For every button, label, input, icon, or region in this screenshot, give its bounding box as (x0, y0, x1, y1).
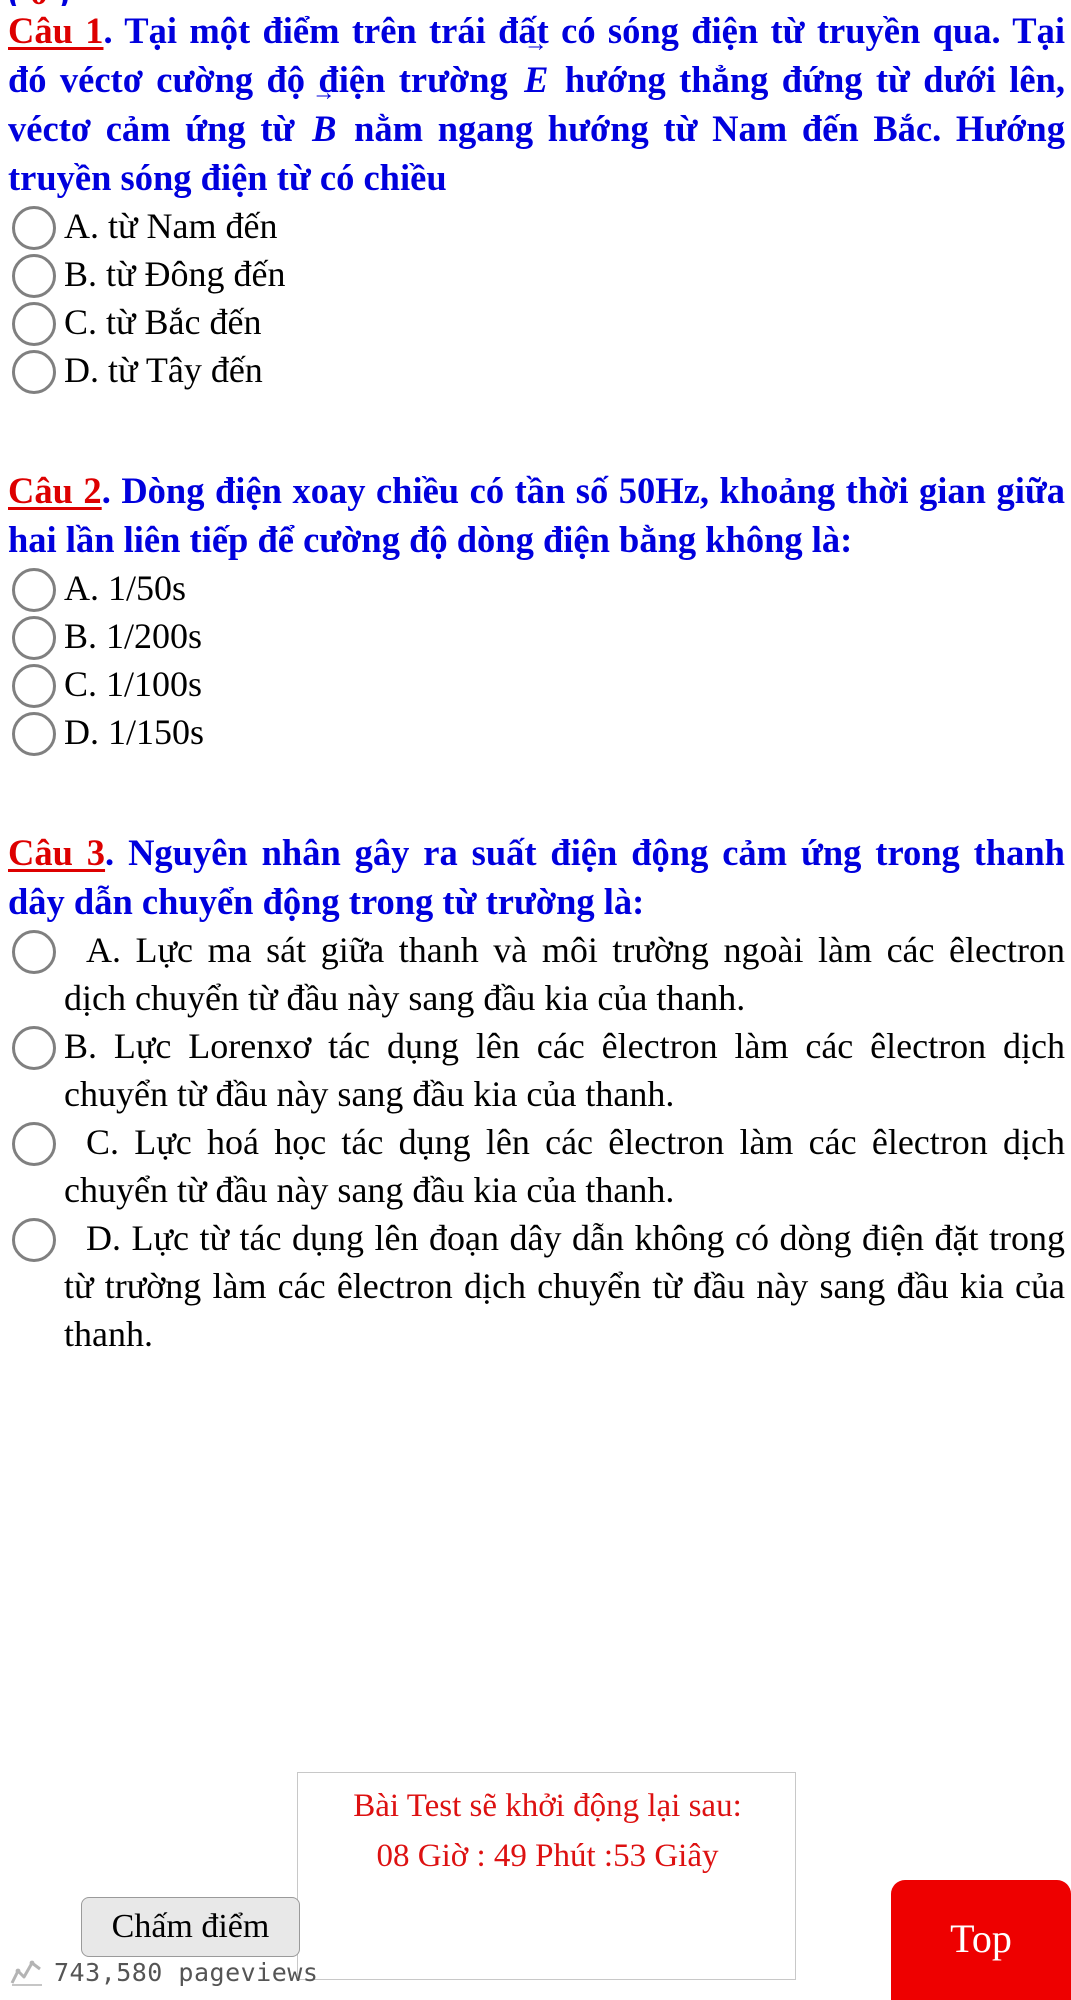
question-2-prompt: Câu 2. Dòng điện xoay chiều có tần số 50… (8, 466, 1065, 564)
question-3-options: A. Lực ma sát giữa thanh và môi trường n… (8, 926, 1065, 1358)
vector-E-symbol: → E (521, 32, 551, 104)
question-3-prompt-text: Nguyên nhân gây ra suất điện động cảm ứn… (8, 832, 1065, 922)
question-1: Câu 1. Tại một điểm trên trái đất có són… (0, 0, 1071, 394)
question-2-options: A. 1/50s B. 1/200s C. 1/100s D. 1/150s (8, 564, 1065, 756)
option-row[interactable]: B. 1/200s (8, 612, 1065, 660)
option-label: B. từ Đông đến (64, 254, 286, 294)
radio-button-icon[interactable] (12, 664, 56, 708)
question-3: Câu 3. Nguyên nhân gây ra suất điện động… (0, 828, 1071, 1358)
radio-button-icon[interactable] (12, 616, 56, 660)
option-label: C. từ Bắc đến (64, 302, 262, 342)
option-row[interactable]: D. từ Tây đến (8, 346, 1065, 394)
option-row[interactable]: D. Lực từ tác dụng lên đoạn dây dẫn khôn… (8, 1214, 1065, 1358)
question-1-separator: . (103, 10, 125, 51)
option-row[interactable]: B. Lực Lorenxơ tác dụng lên các êlectron… (8, 1022, 1065, 1118)
option-label: C. 1/100s (64, 664, 203, 704)
clipped-previous-line: ( 0 ) (0, 0, 1071, 6)
option-label: A. từ Nam đến (64, 206, 278, 246)
option-label: A. Lực ma sát giữa thanh và môi trường n… (64, 930, 1065, 1018)
question-1-options: A. từ Nam đến B. từ Đông đến C. từ Bắc đ… (8, 202, 1065, 394)
symbol-E: E (524, 59, 549, 100)
pageviews-chart-icon (10, 1957, 44, 1987)
question-3-number: Câu 3 (8, 832, 106, 873)
option-row[interactable]: B. từ Đông đến (8, 250, 1065, 298)
scroll-to-top-button[interactable]: Top (891, 1880, 1071, 2000)
question-3-separator: . (105, 832, 129, 873)
clipped-text-before: ( (8, 0, 20, 6)
question-1-number: Câu 1 (8, 10, 104, 51)
clipped-line-text: ( 0 ) (0, 0, 1071, 6)
option-label: B. Lực Lorenxơ tác dụng lên các êlectron… (64, 1026, 1065, 1114)
option-row[interactable]: A. từ Nam đến (8, 202, 1065, 250)
pageviews-count-text: 743,580 pageviews (54, 1957, 319, 1987)
vector-arrow-icon: → (311, 80, 336, 106)
question-1-prompt: Câu 1. Tại một điểm trên trái đất có són… (8, 6, 1065, 202)
option-label: D. Lực từ tác dụng lên đoạn dây dẫn khôn… (64, 1218, 1065, 1354)
radio-button-icon[interactable] (12, 930, 56, 974)
option-label: C. Lực hoá học tác dụng lên các êlectron… (64, 1122, 1065, 1210)
radio-button-icon[interactable] (12, 712, 56, 756)
option-row[interactable]: D. 1/150s (8, 708, 1065, 756)
option-row[interactable]: C. Lực hoá học tác dụng lên các êlectron… (8, 1118, 1065, 1214)
radio-button-icon[interactable] (12, 1026, 56, 1070)
option-row[interactable]: A. 1/50s (8, 564, 1065, 612)
radio-button-icon[interactable] (12, 206, 56, 250)
radio-button-icon[interactable] (12, 350, 56, 394)
grade-button[interactable]: Chấm điểm (81, 1897, 300, 1957)
vector-arrow-icon: → (523, 31, 548, 57)
option-label: A. 1/50s (64, 568, 187, 608)
vector-B-symbol: → B (309, 81, 339, 153)
option-row[interactable]: A. Lực ma sát giữa thanh và môi trường n… (8, 926, 1065, 1022)
question-2: Câu 2. Dòng điện xoay chiều có tần số 50… (0, 466, 1071, 756)
option-label: D. 1/150s (64, 712, 205, 752)
question-2-number: Câu 2 (8, 470, 102, 511)
radio-button-icon[interactable] (12, 1218, 56, 1262)
clipped-text-red: 0 (30, 0, 49, 6)
radio-button-icon[interactable] (12, 568, 56, 612)
radio-button-icon[interactable] (12, 302, 56, 346)
question-2-prompt-text: Dòng điện xoay chiều có tần số 50Hz, kho… (8, 470, 1065, 560)
radio-button-icon[interactable] (12, 254, 56, 298)
question-3-prompt: Câu 3. Nguyên nhân gây ra suất điện động… (8, 828, 1065, 926)
option-label: B. 1/200s (64, 616, 203, 656)
option-row[interactable]: C. từ Bắc đến (8, 298, 1065, 346)
option-row[interactable]: C. 1/100s (8, 660, 1065, 708)
test-restart-panel: Bài Test sẽ khởi động lại sau: 08 Giờ : … (297, 1772, 796, 1980)
clipped-text-after: ) (57, 0, 69, 6)
pageviews-widget: 743,580 pageviews (10, 1957, 318, 1987)
radio-button-icon[interactable] (12, 1122, 56, 1166)
symbol-B: B (312, 108, 337, 149)
question-2-separator: . (101, 470, 122, 511)
option-label: D. từ Tây đến (64, 350, 263, 390)
test-countdown-timer: 08 Giờ : 49 Phút :53 Giây (376, 1838, 719, 1874)
test-restart-title: Bài Test sẽ khởi động lại sau: (353, 1788, 742, 1824)
quiz-page: ( 0 ) Câu 1. Tại một điểm trên trái đất … (0, 0, 1071, 2000)
